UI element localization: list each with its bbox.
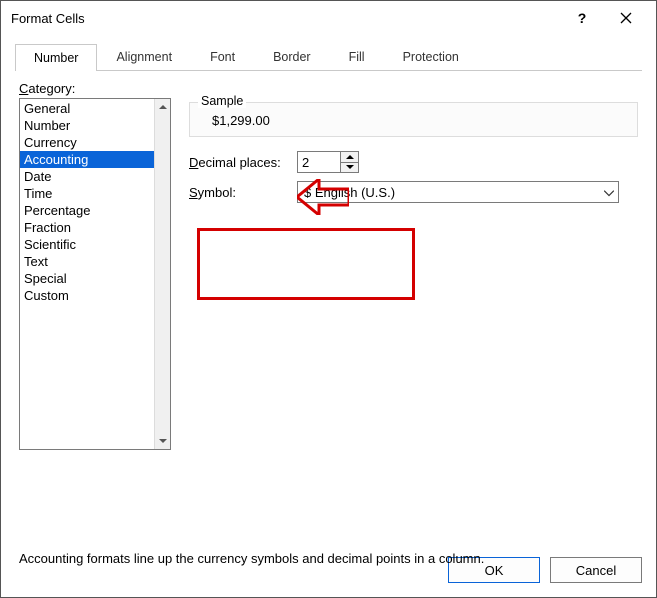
list-item-accounting[interactable]: Accounting bbox=[20, 151, 154, 168]
list-item-special[interactable]: Special bbox=[20, 270, 154, 287]
decimal-row: Decimal places: bbox=[189, 151, 638, 173]
decimal-spinner[interactable] bbox=[297, 151, 359, 173]
category-label: Category: bbox=[19, 81, 638, 96]
tab-bar: Number Alignment Font Border Fill Protec… bbox=[15, 43, 642, 71]
symbol-row: Symbol: $ English (U.S.) bbox=[189, 181, 638, 203]
right-pane: Sample $1,299.00 Decimal places: bbox=[189, 98, 638, 211]
symbol-value: $ English (U.S.) bbox=[304, 185, 395, 200]
caret-down-icon bbox=[346, 164, 354, 170]
format-cells-dialog: Format Cells ? Number Alignment Font Bor… bbox=[0, 0, 657, 598]
help-button[interactable]: ? bbox=[560, 3, 604, 33]
description-text: Accounting formats line up the currency … bbox=[19, 551, 638, 566]
scroll-down-icon[interactable] bbox=[155, 433, 170, 449]
list-item-currency[interactable]: Currency bbox=[20, 134, 154, 151]
list-item-date[interactable]: Date bbox=[20, 168, 154, 185]
symbol-combo[interactable]: $ English (U.S.) bbox=[297, 181, 619, 203]
tab-protection[interactable]: Protection bbox=[384, 43, 478, 70]
list-item-scientific[interactable]: Scientific bbox=[20, 236, 154, 253]
caret-up-icon bbox=[346, 154, 354, 160]
titlebar-controls: ? bbox=[560, 3, 648, 33]
tab-alignment[interactable]: Alignment bbox=[97, 43, 191, 70]
sample-value: $1,299.00 bbox=[198, 113, 629, 128]
tab-number[interactable]: Number bbox=[15, 44, 97, 71]
list-item-percentage[interactable]: Percentage bbox=[20, 202, 154, 219]
close-button[interactable] bbox=[604, 3, 648, 33]
chevron-down-icon bbox=[604, 185, 614, 200]
sample-label: Sample bbox=[198, 94, 246, 108]
scroll-up-icon[interactable] bbox=[155, 99, 170, 115]
tab-fill[interactable]: Fill bbox=[330, 43, 384, 70]
decimal-down-button[interactable] bbox=[341, 163, 358, 173]
dialog-title: Format Cells bbox=[11, 11, 560, 26]
dialog-body: Category: General Number Currency Accoun… bbox=[1, 71, 656, 557]
tab-border[interactable]: Border bbox=[254, 43, 330, 70]
list-item-text[interactable]: Text bbox=[20, 253, 154, 270]
decimal-input[interactable] bbox=[298, 152, 340, 172]
list-item-time[interactable]: Time bbox=[20, 185, 154, 202]
scroll-track[interactable] bbox=[155, 115, 170, 433]
listbox-scrollbar[interactable] bbox=[154, 99, 170, 449]
list-item-general[interactable]: General bbox=[20, 100, 154, 117]
list-item-custom[interactable]: Custom bbox=[20, 287, 154, 304]
list-item-fraction[interactable]: Fraction bbox=[20, 219, 154, 236]
titlebar: Format Cells ? bbox=[1, 1, 656, 35]
sample-group: Sample $1,299.00 bbox=[189, 102, 638, 137]
decimal-label: Decimal places: bbox=[189, 155, 297, 170]
symbol-label: Symbol: bbox=[189, 185, 297, 200]
list-item-number[interactable]: Number bbox=[20, 117, 154, 134]
category-listbox[interactable]: General Number Currency Accounting Date … bbox=[19, 98, 171, 450]
decimal-up-button[interactable] bbox=[341, 152, 358, 163]
close-icon bbox=[620, 12, 632, 24]
tab-font[interactable]: Font bbox=[191, 43, 254, 70]
